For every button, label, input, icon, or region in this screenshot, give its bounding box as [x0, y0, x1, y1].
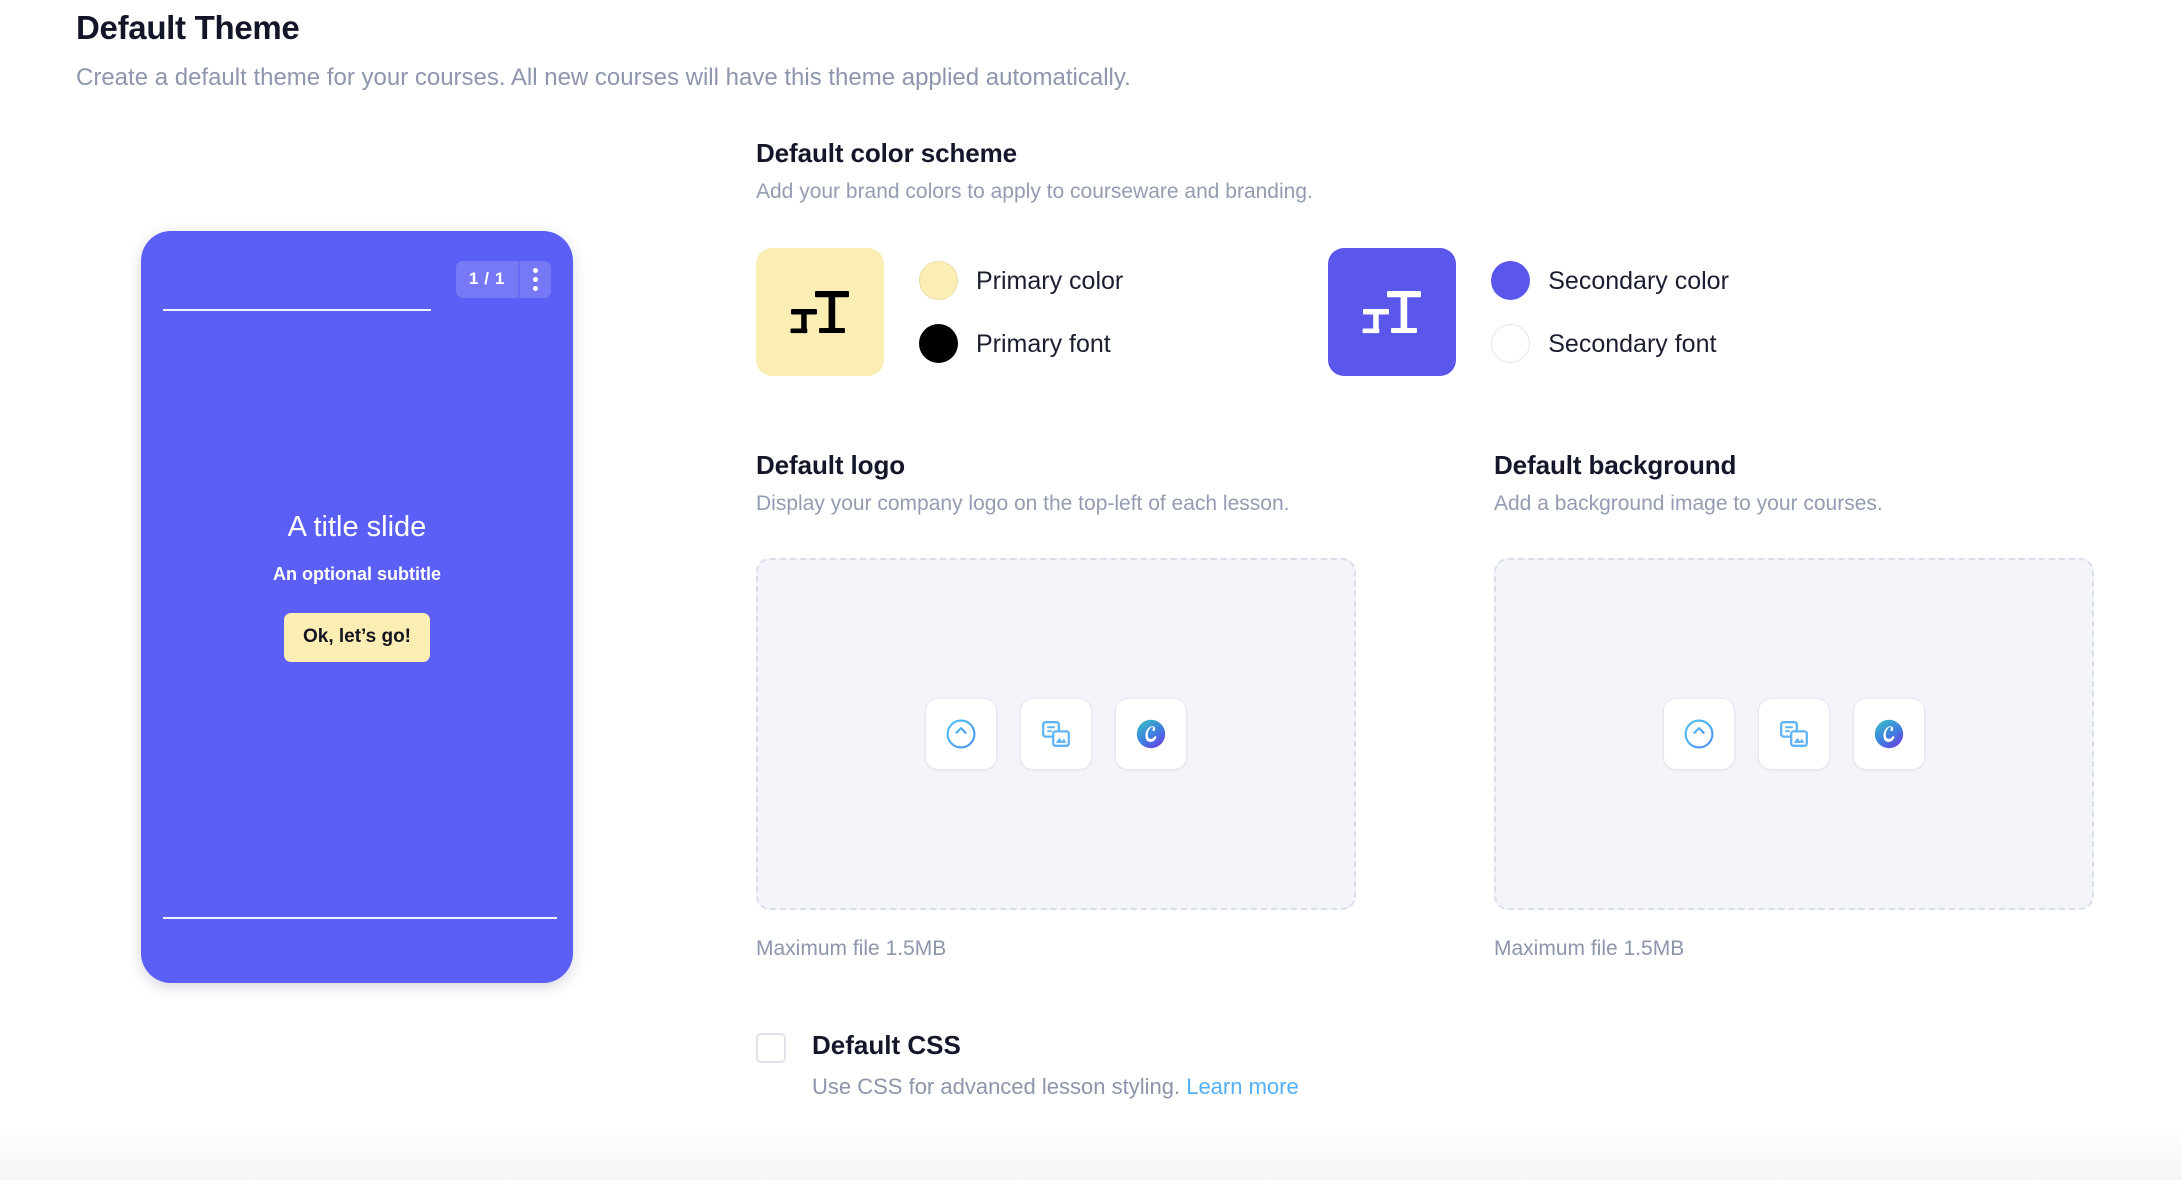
- default-css-title: Default CSS: [812, 1030, 961, 1060]
- swatch-primary-color[interactable]: Primary color: [919, 257, 1123, 304]
- slide-body: A title slide An optional subtitle Ok, l…: [163, 311, 551, 917]
- preview-column: 1 / 1 A title slide An optional subtitle…: [76, 136, 756, 1102]
- upload-file-button[interactable]: [925, 698, 997, 770]
- slide-counter: 1 / 1: [468, 269, 505, 288]
- default-logo-dropzone[interactable]: [756, 558, 1356, 910]
- upload-arrow-circle-icon: [946, 719, 976, 749]
- uploads-row: Default logo Display your company logo o…: [756, 448, 2122, 962]
- slide-controls: 1 / 1: [455, 261, 551, 298]
- canva-import-button[interactable]: [1853, 698, 1925, 770]
- default-background-dropzone[interactable]: [1494, 558, 2094, 910]
- primary-color-group: Primary color Primary font: [756, 248, 1123, 376]
- secondary-color-dot: [1491, 261, 1531, 300]
- canva-import-button[interactable]: [1115, 698, 1187, 770]
- media-library-button[interactable]: [1020, 698, 1092, 770]
- default-css-text: Default CSS Use CSS for advanced lesson …: [812, 1028, 1299, 1102]
- default-css-checkbox[interactable]: [756, 1033, 786, 1063]
- canva-logo-icon: [1874, 719, 1904, 749]
- slide-topbar: 1 / 1: [163, 261, 551, 301]
- learn-more-link[interactable]: Learn more: [1186, 1074, 1299, 1099]
- media-library-button[interactable]: [1758, 698, 1830, 770]
- page-header: Default Theme Create a default theme for…: [0, 0, 2182, 94]
- upload-file-button[interactable]: [1663, 698, 1735, 770]
- secondary-swatch-list: Secondary color Secondary font: [1491, 257, 1729, 367]
- secondary-color-label: Secondary color: [1548, 266, 1729, 295]
- default-background-max-file: Maximum file 1.5MB: [1494, 937, 1685, 960]
- media-library-icon: [1780, 721, 1808, 747]
- default-logo-subtitle: Display your company logo on the top-lef…: [756, 492, 1290, 515]
- swatch-secondary-color[interactable]: Secondary color: [1491, 257, 1729, 304]
- default-background-section: Default background Add a background imag…: [1494, 448, 2094, 962]
- secondary-font-label: Secondary font: [1548, 329, 1717, 358]
- secondary-color-group: Secondary color Secondary font: [1328, 248, 1729, 376]
- bottom-fade-overlay: [0, 1128, 2182, 1180]
- slide-bottom-divider: [163, 917, 557, 919]
- kebab-menu-icon[interactable]: [518, 261, 551, 298]
- color-scheme-title: Default color scheme: [756, 138, 1017, 168]
- slide-cta-button[interactable]: Ok, let’s go!: [283, 613, 431, 662]
- primary-swatch-list: Primary color Primary font: [919, 257, 1123, 367]
- upload-arrow-circle-icon: [1684, 719, 1714, 749]
- slide-preview[interactable]: 1 / 1 A title slide An optional subtitle…: [141, 231, 573, 983]
- secondary-font-dot: [1491, 324, 1531, 363]
- primary-color-dot: [919, 261, 958, 300]
- color-scheme-subtitle: Add your brand colors to apply to course…: [756, 180, 1313, 203]
- page-subtitle: Create a default theme for your courses.…: [76, 64, 1131, 91]
- color-scheme-row: Primary color Primary font Secondary col…: [756, 248, 2122, 376]
- default-logo-section: Default logo Display your company logo o…: [756, 448, 1356, 962]
- text-style-icon: [1362, 291, 1422, 334]
- default-css-section: Default CSS Use CSS for advanced lesson …: [756, 1028, 2122, 1102]
- default-logo-max-file: Maximum file 1.5MB: [756, 937, 947, 960]
- text-style-icon: [790, 291, 849, 334]
- swatch-primary-font[interactable]: Primary font: [919, 320, 1123, 367]
- default-background-title: Default background: [1494, 450, 1737, 480]
- slide-subtitle: An optional subtitle: [273, 564, 441, 584]
- default-logo-title: Default logo: [756, 450, 906, 480]
- primary-theme-tile[interactable]: [756, 248, 884, 376]
- slide-title: A title slide: [287, 511, 427, 543]
- canva-logo-icon: [1136, 719, 1166, 749]
- settings-column: Default color scheme Add your brand colo…: [756, 136, 2182, 1102]
- media-library-icon: [1042, 721, 1070, 747]
- main-layout: 1 / 1 A title slide An optional subtitle…: [0, 136, 2182, 1102]
- default-css-description-text: Use CSS for advanced lesson styling.: [812, 1074, 1181, 1099]
- secondary-theme-tile[interactable]: [1328, 248, 1457, 376]
- default-background-subtitle: Add a background image to your courses.: [1494, 492, 1883, 515]
- swatch-secondary-font[interactable]: Secondary font: [1491, 320, 1729, 367]
- default-css-description: Use CSS for advanced lesson styling. Lea…: [812, 1072, 1299, 1102]
- page-title: Default Theme: [76, 9, 300, 46]
- primary-font-label: Primary font: [976, 329, 1111, 358]
- primary-font-dot: [919, 324, 958, 363]
- primary-color-label: Primary color: [976, 266, 1124, 295]
